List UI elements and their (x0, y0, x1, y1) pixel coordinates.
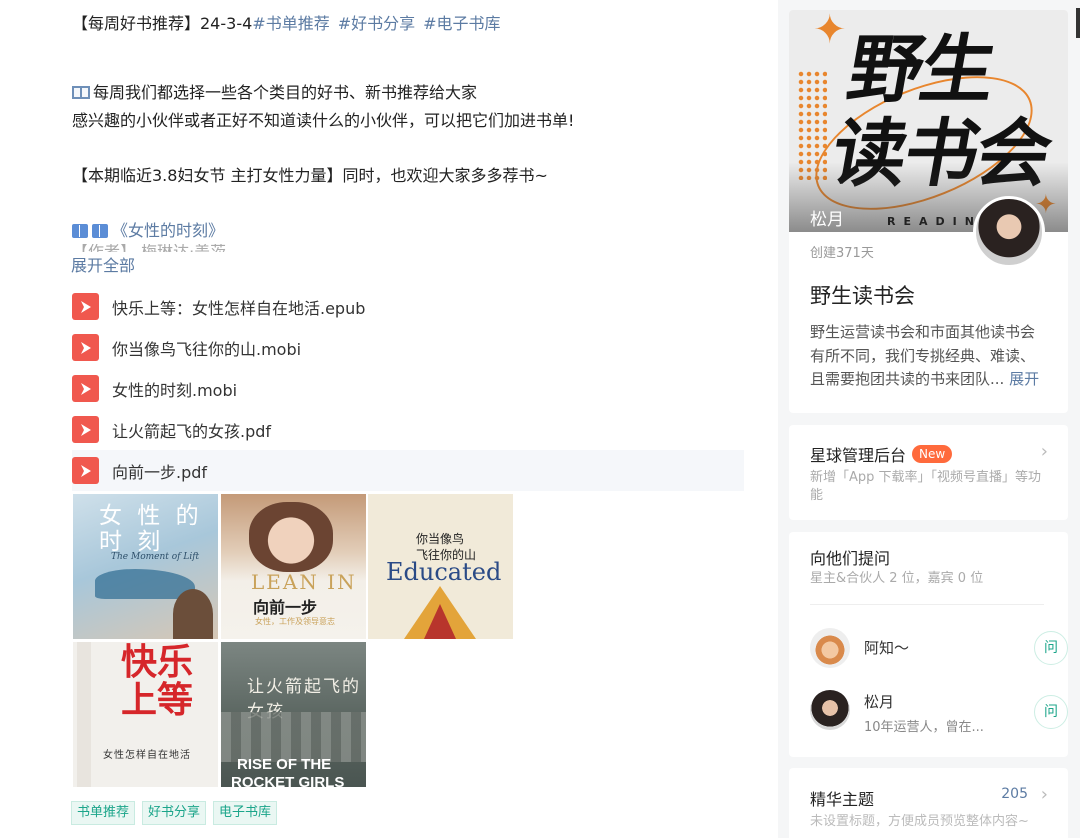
essence-card[interactable]: 精华主题 205 › 未设置标题，方便成员预览整体内容~ (789, 768, 1068, 838)
expand-all-link[interactable]: 展开全部 (71, 252, 135, 276)
ask-subtitle: 星主&合伙人 2 位，嘉宾 0 位 (810, 571, 984, 586)
ask-button[interactable]: 问 (1034, 695, 1068, 729)
cover-subtitle: The Moment of Lift (111, 552, 200, 562)
blue-book-icon (92, 223, 108, 238)
post-book-title[interactable]: 《女性的时刻》 (112, 221, 224, 240)
cover-educated[interactable]: 你当像鸟 飞往你的山 Educated (368, 494, 513, 639)
cover-title-en: LEAN IN (251, 570, 357, 594)
file-item[interactable]: 向前一步.pdf (72, 450, 744, 491)
cover-title-en: RISE OF THE (237, 756, 332, 773)
post-title: 【每周好书推荐】24-3-4 (72, 14, 253, 33)
hashtag-booklist[interactable]: #书单推荐 (252, 14, 329, 33)
cover-subtitle: 女性，工作及领导意志 (255, 617, 335, 626)
cover-title-cn: 向前一步 (253, 598, 318, 617)
essence-title: 精华主题 (810, 790, 875, 809)
cover-happiness[interactable]: 快乐 上等 女性怎样自在地活 (73, 642, 218, 787)
new-badge: New (912, 445, 953, 463)
avatar[interactable] (810, 690, 850, 730)
admin-subtitle: 新增「App 下载率」「视频号直播」等功能 (810, 470, 1042, 503)
ask-title: 向他们提问 (810, 549, 891, 568)
pdf-file-icon (72, 375, 99, 402)
group-info-card: ✦ ✦ 野生 读书会 READING 松月 创建371天 野生读书会 野生运营读… (789, 10, 1068, 413)
person-name: 松月 (864, 693, 895, 711)
pdf-file-icon (72, 334, 99, 361)
cover-title-en: ROCKET GIRLS (231, 774, 345, 787)
open-book-icon (72, 86, 90, 99)
person-bio: 10年运营人，曾在... (864, 720, 984, 735)
admin-title: 星球管理后台 (810, 446, 907, 465)
file-name: 你当像鸟飞往你的山.mobi (112, 339, 302, 359)
admin-backend-card[interactable]: 星球管理后台 New 新增「App 下载率」「视频号直播」等功能 › (789, 425, 1068, 520)
avatar[interactable] (810, 628, 850, 668)
essence-count: 205 (1001, 786, 1028, 802)
file-item[interactable]: 女性的时刻.mobi (72, 368, 744, 409)
group-banner: ✦ ✦ 野生 读书会 READING 松月 (789, 10, 1068, 232)
pdf-file-icon (72, 416, 99, 443)
file-name: 让火箭起飞的女孩.pdf (112, 421, 272, 441)
essence-subtitle: 未设置标题，方便成员预览整体内容~ (810, 814, 1029, 829)
tag-chip[interactable]: 好书分享 (142, 801, 207, 825)
pdf-file-icon (72, 293, 99, 320)
file-item[interactable]: 让火箭起飞的女孩.pdf (72, 409, 744, 450)
chevron-right-icon: › (1040, 441, 1048, 462)
group-description: 野生运营读书会和市面其他读书会 有所不同，我们专挑经典、难读、 且需要抱团共读的… (810, 323, 1040, 388)
file-list: 快乐上等：女性怎样自在地活.epub 你当像鸟飞往你的山.mobi 女性的时刻.… (72, 286, 744, 491)
ask-button[interactable]: 问 (1034, 631, 1068, 665)
cover-title-en: Educated (386, 558, 502, 586)
cover-moment-of-lift[interactable]: 女 性 的 时 刻 The Moment of Lift (73, 494, 218, 639)
blue-book-icon (72, 223, 88, 238)
group-name: 野生读书会 (810, 284, 915, 308)
post-content: 【每周好书推荐】24-3-4#书单推荐 #好书分享 #电子书库 每周我们都选择一些各… (72, 10, 752, 252)
cover-title: 时 刻 (99, 529, 165, 555)
cover-title-cn: 快乐 (121, 642, 194, 683)
person-name: 阿知～ (864, 639, 910, 657)
cover-subtitle: 女性怎样自在地活 (103, 750, 191, 761)
file-item[interactable]: 快乐上等：女性怎样自在地活.epub (72, 286, 744, 327)
file-item[interactable]: 你当像鸟飞往你的山.mobi (72, 327, 744, 368)
post-line-invite: 感兴趣的小伙伴或者正好不知道读什么的小伙伴，可以把它们加进书单! (72, 110, 575, 130)
post-truncated-line: 【作者】 梅琳达·盖茨 (72, 244, 226, 252)
owner-name[interactable]: 松月 (810, 205, 844, 230)
pdf-file-icon (72, 457, 99, 484)
hashtag-sharing[interactable]: #好书分享 (338, 14, 415, 33)
tag-chip[interactable]: 书单推荐 (71, 801, 136, 825)
person-row[interactable]: 松月 10年运营人，曾在... 问 (810, 690, 1068, 735)
created-days: 创建371天 (810, 246, 874, 261)
cover-title-cn: 上等 (121, 679, 194, 721)
file-name: 女性的时刻.mobi (112, 380, 238, 400)
post-line-theme: 【本期临近3.8妇女节 主打女性力量】同时，也欢迎大家多多荐书~ (72, 165, 548, 185)
person-row[interactable]: 阿知～ 问 (810, 628, 1068, 672)
post-line-intro: 每周我们都选择一些各个类目的好书、新书推荐给大家 (93, 83, 478, 102)
chevron-right-icon: › (1040, 784, 1048, 805)
file-name: 快乐上等：女性怎样自在地活.epub (112, 298, 366, 318)
cover-lean-in[interactable]: LEAN IN 向前一步 女性，工作及领导意志 (221, 494, 366, 639)
file-name: 向前一步.pdf (112, 462, 208, 482)
owner-avatar[interactable] (973, 196, 1045, 268)
hashtag-ebook[interactable]: #电子书库 (423, 14, 500, 33)
tag-chip[interactable]: 电子书库 (213, 801, 278, 825)
expand-description-link[interactable]: 展开 (1009, 370, 1039, 388)
scrollbar[interactable] (1076, 8, 1080, 38)
cover-title-cn: 你当像鸟 (416, 532, 465, 546)
post-card: 【每周好书推荐】24-3-4#书单推荐 #好书分享 #电子书库 每周我们都选择一些各… (0, 0, 778, 838)
sparkle-icon: ✦ (813, 10, 847, 53)
ask-card: 向他们提问 星主&合伙人 2 位，嘉宾 0 位 阿知～ 问 松月 10年运营人，… (789, 532, 1068, 757)
banner-title-line1: 野生 (841, 27, 1001, 113)
cover-rocket-girls[interactable]: 让火箭起飞的女孩 RISE OF THE ROCKET GIRLS (221, 642, 366, 787)
post-tag-list: 书单推荐 好书分享 电子书库 (71, 801, 278, 825)
